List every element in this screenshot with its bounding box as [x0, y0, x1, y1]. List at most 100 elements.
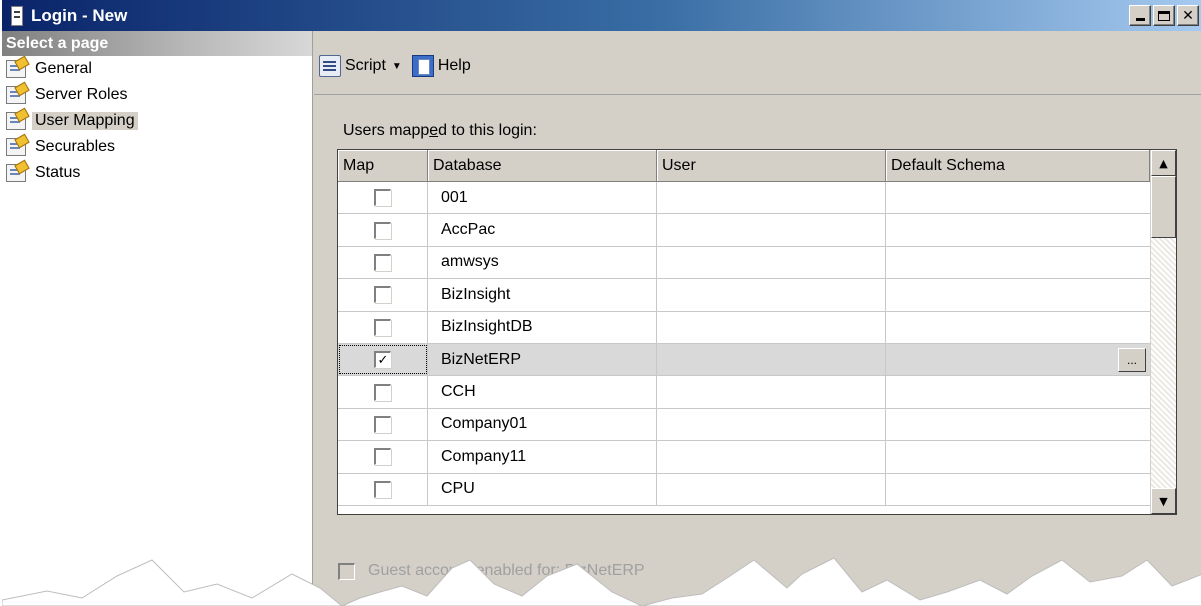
default-schema-cell[interactable] [886, 214, 1150, 245]
table-row[interactable]: AccPac [338, 214, 1150, 247]
help-button[interactable]: Help [411, 53, 471, 79]
table-row[interactable]: Company11 [338, 441, 1150, 474]
user-cell[interactable] [657, 376, 886, 408]
database-cell: AccPac [428, 214, 657, 246]
map-cell [338, 246, 428, 279]
sidebar-item-server-roles[interactable]: Server Roles [2, 82, 312, 108]
sidebar-item-label: Server Roles [35, 86, 128, 103]
help-icon [411, 55, 434, 77]
map-checkbox[interactable] [374, 448, 391, 466]
map-cell [338, 473, 428, 505]
user-cell[interactable] [657, 311, 886, 343]
page-selector-pane: Select a page General Server Roles User … [2, 31, 313, 606]
maximize-button[interactable] [1153, 5, 1175, 26]
map-checkbox[interactable] [374, 415, 391, 433]
login-new-dialog: Login - New ✕ Select a page General Serv… [0, 0, 1201, 606]
default-schema-cell[interactable] [886, 474, 1150, 505]
map-cell [338, 441, 428, 473]
scroll-up-button[interactable]: ▲ [1151, 150, 1176, 176]
default-schema-cell[interactable] [886, 279, 1150, 310]
scroll-down-button[interactable]: ▼ [1151, 488, 1176, 514]
default-schema-cell[interactable] [886, 312, 1150, 343]
default-schema-cell[interactable]: ... [886, 344, 1150, 375]
map-checkbox[interactable] [374, 253, 391, 271]
table-row[interactable]: CCH [338, 376, 1150, 409]
sidebar-item-securables[interactable]: Securables [2, 134, 312, 160]
sidebar-item-status[interactable]: Status [2, 160, 312, 186]
title-bar[interactable]: Login - New ✕ [2, 0, 1201, 31]
users-mapped-label-part: d to this login: [438, 122, 537, 139]
chevron-down-icon[interactable]: ▼ [392, 61, 402, 72]
table-row[interactable]: amwsys [338, 246, 1150, 280]
database-cell: CCH [428, 376, 657, 408]
map-checkbox[interactable] [374, 286, 391, 304]
table-row[interactable]: BizInsight [338, 279, 1150, 312]
map-checkbox[interactable] [374, 383, 391, 401]
user-cell[interactable] [657, 182, 886, 214]
user-cell[interactable] [657, 408, 886, 441]
user-cell[interactable] [657, 214, 886, 246]
user-cell[interactable] [657, 246, 886, 279]
column-header-default-schema[interactable]: Default Schema [886, 150, 1150, 182]
table-row[interactable]: CPU [338, 473, 1150, 506]
page-icon [6, 164, 26, 182]
database-cell: CPU [428, 473, 657, 505]
script-button[interactable]: Script ▼ [319, 53, 402, 79]
default-schema-cell[interactable] [886, 247, 1150, 278]
database-cell: BizNetERP [428, 343, 657, 376]
grid-body: 001 AccPac amwsys BizInsight BizInsightDB ✓ Bi… [338, 182, 1150, 506]
sidebar-item-general[interactable]: General [2, 56, 312, 82]
database-cell: 001 [428, 182, 657, 214]
table-row[interactable]: Company01 [338, 408, 1150, 442]
minimize-icon [1135, 18, 1145, 21]
user-cell[interactable] [657, 279, 886, 311]
browse-schema-button[interactable]: ... [1118, 347, 1146, 372]
script-icon [319, 55, 341, 77]
sidebar-item-label: General [35, 60, 92, 77]
map-checkbox[interactable] [374, 318, 391, 336]
table-row[interactable]: ✓ BizNetERP... [338, 343, 1150, 377]
column-header-database[interactable]: Database [428, 150, 657, 182]
column-header-map[interactable]: Map [338, 150, 428, 182]
page-icon [6, 112, 26, 130]
column-header-user[interactable]: User [657, 150, 886, 182]
checkmark-icon: ✓ [377, 352, 389, 368]
map-checkbox[interactable] [374, 221, 391, 239]
default-schema-cell[interactable] [886, 376, 1150, 407]
user-cell[interactable] [657, 473, 886, 505]
sidebar-item-label: User Mapping [32, 112, 138, 130]
sidebar-item-label: Securables [35, 138, 116, 155]
map-checkbox[interactable]: ✓ [374, 351, 391, 369]
map-cell [338, 182, 428, 214]
default-schema-cell[interactable] [886, 409, 1150, 440]
script-label: Script [345, 57, 386, 74]
database-cell: Company01 [428, 408, 657, 441]
user-cell[interactable] [657, 343, 886, 376]
sidebar-item-user-mapping[interactable]: User Mapping [2, 108, 312, 134]
arrow-up-icon: ▲ [1159, 156, 1168, 170]
users-mapped-label-accesskey: e [429, 122, 439, 139]
minimize-button[interactable] [1129, 5, 1151, 26]
map-cell [338, 408, 428, 441]
help-label: Help [437, 57, 471, 74]
torn-edge-decoration [2, 557, 1201, 606]
vertical-scrollbar[interactable]: ▲ ▼ [1150, 150, 1176, 514]
user-mapping-grid[interactable]: Map Database User Default Schema 001 AccP… [337, 149, 1177, 515]
close-button[interactable]: ✕ [1177, 5, 1199, 26]
default-schema-cell[interactable] [886, 182, 1150, 213]
database-cell: Company11 [428, 441, 657, 473]
default-schema-cell[interactable] [886, 441, 1150, 472]
user-cell[interactable] [657, 441, 886, 473]
users-mapped-label: Users mapped to this login: [343, 122, 537, 140]
map-cell [338, 279, 428, 311]
table-row[interactable]: 001 [338, 182, 1150, 215]
table-row[interactable]: BizInsightDB [338, 311, 1150, 344]
scroll-thumb[interactable] [1151, 176, 1176, 238]
map-checkbox[interactable] [374, 189, 391, 207]
select-page-header: Select a page [2, 31, 312, 56]
map-checkbox[interactable] [374, 480, 391, 498]
maximize-icon [1158, 10, 1170, 21]
window-title: Login - New [31, 5, 128, 25]
page-icon [6, 60, 26, 78]
map-cell [338, 214, 428, 246]
